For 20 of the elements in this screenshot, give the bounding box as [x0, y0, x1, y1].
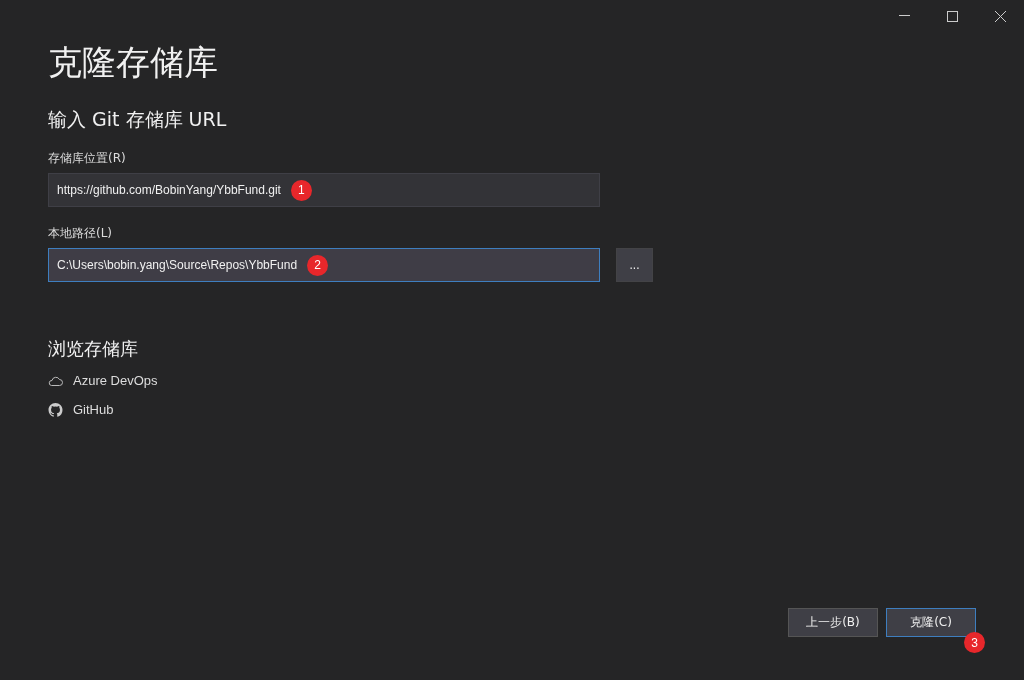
field-label: 存储库位置(R)	[48, 150, 126, 167]
github-icon	[48, 402, 63, 417]
cloud-icon	[48, 375, 63, 386]
callout-badge: 3	[964, 632, 985, 653]
callout-badge: 2	[307, 254, 329, 276]
section-heading: 输入 Git 存储库 URL	[48, 107, 227, 132]
field-label: 本地路径(L)	[48, 225, 113, 242]
repository-link[interactable]: GitHub	[48, 399, 114, 420]
page-title: 克隆存储库	[48, 41, 218, 84]
dialog-button[interactable]: 上一步(B)	[788, 608, 878, 637]
minimize-icon	[898, 15, 910, 17]
browse-button[interactable]: ...	[616, 248, 653, 282]
callout-badge: 1	[290, 179, 312, 201]
repository-link[interactable]: Azure DevOps	[48, 370, 158, 391]
input-field[interactable]: https://github.com/BobinYang/YbbFund.git 1	[48, 173, 600, 207]
maximize-icon	[946, 10, 958, 22]
section-heading: 浏览存储库	[48, 337, 138, 361]
close-icon	[994, 10, 1006, 22]
input-field[interactable]: C:\Users\bobin.yang\Source\Repos\YbbFund 2	[48, 248, 600, 282]
dialog-button[interactable]: 克隆(C)	[886, 608, 976, 637]
